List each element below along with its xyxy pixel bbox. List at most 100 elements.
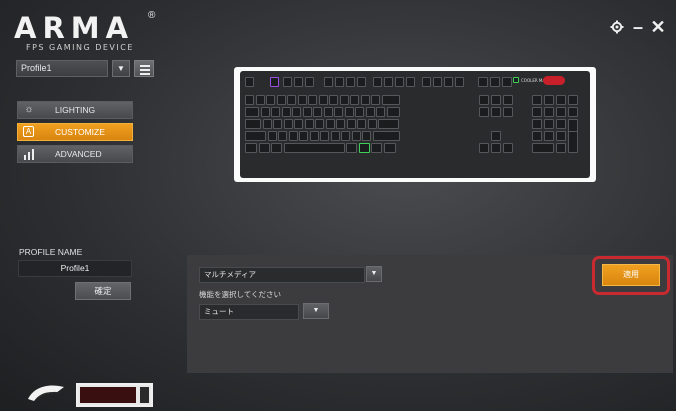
chevron-down-icon[interactable]: ▼ (303, 303, 329, 319)
keyboard-key[interactable] (376, 107, 385, 117)
keyboard-key[interactable] (367, 119, 377, 129)
keyboard-key[interactable] (323, 107, 333, 117)
keyboard-key[interactable] (532, 95, 542, 105)
keyboard-key[interactable] (544, 131, 554, 141)
keyboard-key[interactable] (260, 107, 270, 117)
keyboard-key[interactable] (556, 143, 566, 153)
keyboard-key[interactable] (365, 107, 375, 117)
keyboard-key[interactable] (318, 95, 328, 105)
keyboard-key[interactable] (378, 119, 399, 129)
keyboard-key[interactable] (371, 143, 382, 153)
keyboard-device-icon[interactable] (76, 383, 153, 407)
keyboard-key[interactable] (362, 131, 371, 141)
keyboard-key[interactable] (386, 107, 400, 117)
keyboard-key[interactable] (556, 107, 566, 117)
keyboard-key[interactable] (371, 95, 380, 105)
keyboard-key[interactable] (503, 95, 513, 105)
apply-button[interactable]: 適用 (602, 264, 660, 286)
keyboard-key[interactable] (422, 77, 431, 87)
keyboard-key[interactable] (305, 77, 314, 87)
keyboard-key[interactable] (532, 131, 542, 141)
keyboard-key[interactable] (478, 77, 488, 87)
hamburger-menu-icon[interactable] (134, 60, 154, 77)
keyboard-key[interactable] (381, 95, 400, 105)
keyboard-key[interactable] (313, 107, 322, 117)
keyboard-key[interactable] (330, 131, 340, 141)
keyboard-key[interactable] (273, 119, 282, 129)
keyboard-key[interactable] (302, 107, 312, 117)
keyboard-key[interactable] (271, 107, 280, 117)
keyboard-key[interactable] (556, 131, 566, 141)
nav-customize[interactable]: A CUSTOMIZE (17, 123, 133, 141)
keyboard-key[interactable] (479, 95, 489, 105)
keyboard-key[interactable] (491, 95, 501, 105)
keyboard-key[interactable] (276, 95, 286, 105)
keyboard-key[interactable] (360, 95, 370, 105)
keyboard-key[interactable] (544, 107, 554, 117)
keyboard-key[interactable] (544, 95, 554, 105)
keyboard-key[interactable] (258, 143, 270, 153)
keyboard-key[interactable] (308, 95, 317, 105)
keyboard-key[interactable] (278, 131, 287, 141)
keyboard-key[interactable] (568, 95, 578, 105)
keyboard-key[interactable] (346, 119, 356, 129)
profile-select[interactable]: Profile1 (16, 60, 108, 77)
gear-icon[interactable] (606, 14, 628, 40)
keyboard-key[interactable] (336, 119, 345, 129)
close-button[interactable]: ✕ (649, 14, 667, 40)
keyboard-key[interactable] (503, 107, 513, 117)
keyboard-key[interactable] (329, 95, 338, 105)
keyboard-key[interactable] (335, 77, 344, 87)
keyboard-key[interactable] (556, 95, 566, 105)
keyboard-key[interactable] (433, 77, 442, 87)
keyboard-key[interactable] (320, 131, 329, 141)
keyboard-key[interactable] (491, 107, 501, 117)
keyboard-key[interactable] (267, 131, 277, 141)
keyboard-key[interactable] (556, 119, 566, 129)
keyboard-key[interactable] (357, 77, 366, 87)
keyboard-key[interactable] (245, 77, 254, 87)
keyboard-key[interactable] (283, 143, 345, 153)
keyboard-key[interactable] (568, 107, 578, 117)
keyboard-key[interactable] (568, 131, 578, 153)
keyboard-key[interactable] (292, 107, 301, 117)
keyboard-key[interactable] (357, 119, 366, 129)
nav-advanced[interactable]: ADVANCED (17, 145, 133, 163)
minimize-button[interactable]: – (630, 14, 646, 40)
keyboard-key[interactable] (309, 131, 319, 141)
keyboard-key[interactable] (395, 77, 404, 87)
mouse-device-icon[interactable] (26, 381, 68, 403)
keyboard-key[interactable] (262, 119, 272, 129)
keyboard-key[interactable] (294, 119, 303, 129)
keyboard-key[interactable] (503, 143, 513, 153)
keyboard-key[interactable] (502, 77, 512, 87)
keyboard-key[interactable] (383, 143, 396, 153)
chevron-down-icon[interactable]: ▼ (366, 266, 382, 282)
keyboard-key[interactable] (255, 95, 265, 105)
keyboard-key[interactable] (271, 143, 282, 153)
function-select[interactable]: ミュート (199, 304, 299, 320)
keyboard-key[interactable] (324, 77, 333, 87)
chevron-down-icon[interactable]: ▼ (112, 60, 130, 77)
keyboard-key[interactable] (355, 107, 364, 117)
keyboard-key[interactable] (288, 131, 298, 141)
keyboard-key[interactable] (245, 119, 261, 129)
keyboard-key[interactable] (266, 95, 275, 105)
keyboard-key[interactable] (245, 143, 257, 153)
keyboard-key[interactable] (544, 119, 554, 129)
keyboard-key[interactable] (281, 107, 291, 117)
keyboard-key[interactable] (346, 143, 357, 153)
keyboard-key[interactable] (325, 119, 335, 129)
keyboard-key[interactable] (270, 77, 279, 87)
keyboard-key[interactable] (299, 131, 308, 141)
keyboard-key[interactable] (406, 77, 415, 87)
keyboard-key[interactable] (245, 131, 266, 141)
keyboard-key[interactable] (532, 107, 542, 117)
keyboard-key[interactable] (490, 77, 500, 87)
keyboard-key[interactable] (479, 107, 489, 117)
keyboard-key[interactable] (358, 143, 370, 153)
keyboard-key[interactable] (304, 119, 314, 129)
category-select[interactable]: マルチメディア (199, 267, 365, 283)
keyboard-key[interactable] (341, 131, 350, 141)
keyboard-key[interactable] (344, 107, 354, 117)
